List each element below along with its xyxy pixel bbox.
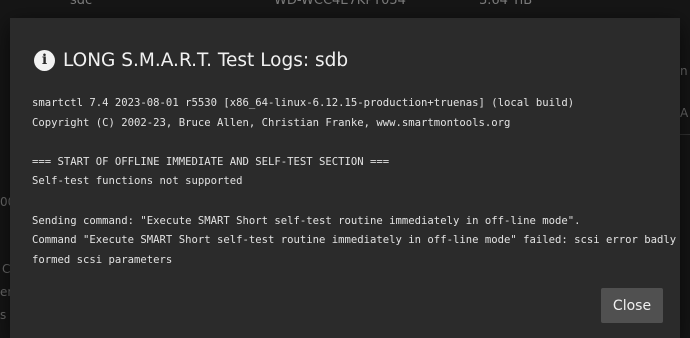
bg-edge-text: n	[680, 64, 688, 78]
smart-test-log-dialog: i LONG S.M.A.R.T. Test Logs: sdb smartct…	[10, 18, 680, 338]
disk-name: sdc	[70, 0, 93, 8]
close-button[interactable]: Close	[601, 288, 663, 323]
log-line: === START OF OFFLINE IMMEDIATE AND SELF-…	[32, 155, 390, 168]
log-line: Command "Execute SMART Short self-test r…	[32, 234, 677, 247]
bg-edge-text: s	[0, 308, 7, 322]
info-icon: i	[34, 49, 55, 71]
log-line: Self-test functions not supported	[32, 175, 243, 188]
log-line: Sending command: "Execute SMART Short se…	[32, 214, 581, 227]
dialog-header: i LONG S.M.A.R.T. Test Logs: sdb	[34, 48, 348, 72]
disk-size: 3.64 TiB	[479, 0, 533, 8]
disk-serial: WD-WCC4E7KPT054	[274, 0, 406, 8]
bg-edge-text: A	[680, 106, 689, 120]
log-output: smartctl 7.4 2023-08-01 r5530 [x86_64-li…	[32, 94, 677, 270]
bg-divider	[680, 134, 690, 135]
log-line: Copyright (C) 2002-23, Bruce Allen, Chri…	[32, 116, 511, 129]
log-line: smartctl 7.4 2023-08-01 r5530 [x86_64-li…	[32, 97, 575, 109]
dialog-title: LONG S.M.A.R.T. Test Logs: sdb	[63, 49, 349, 71]
log-line: formed scsi parameters	[32, 253, 173, 266]
